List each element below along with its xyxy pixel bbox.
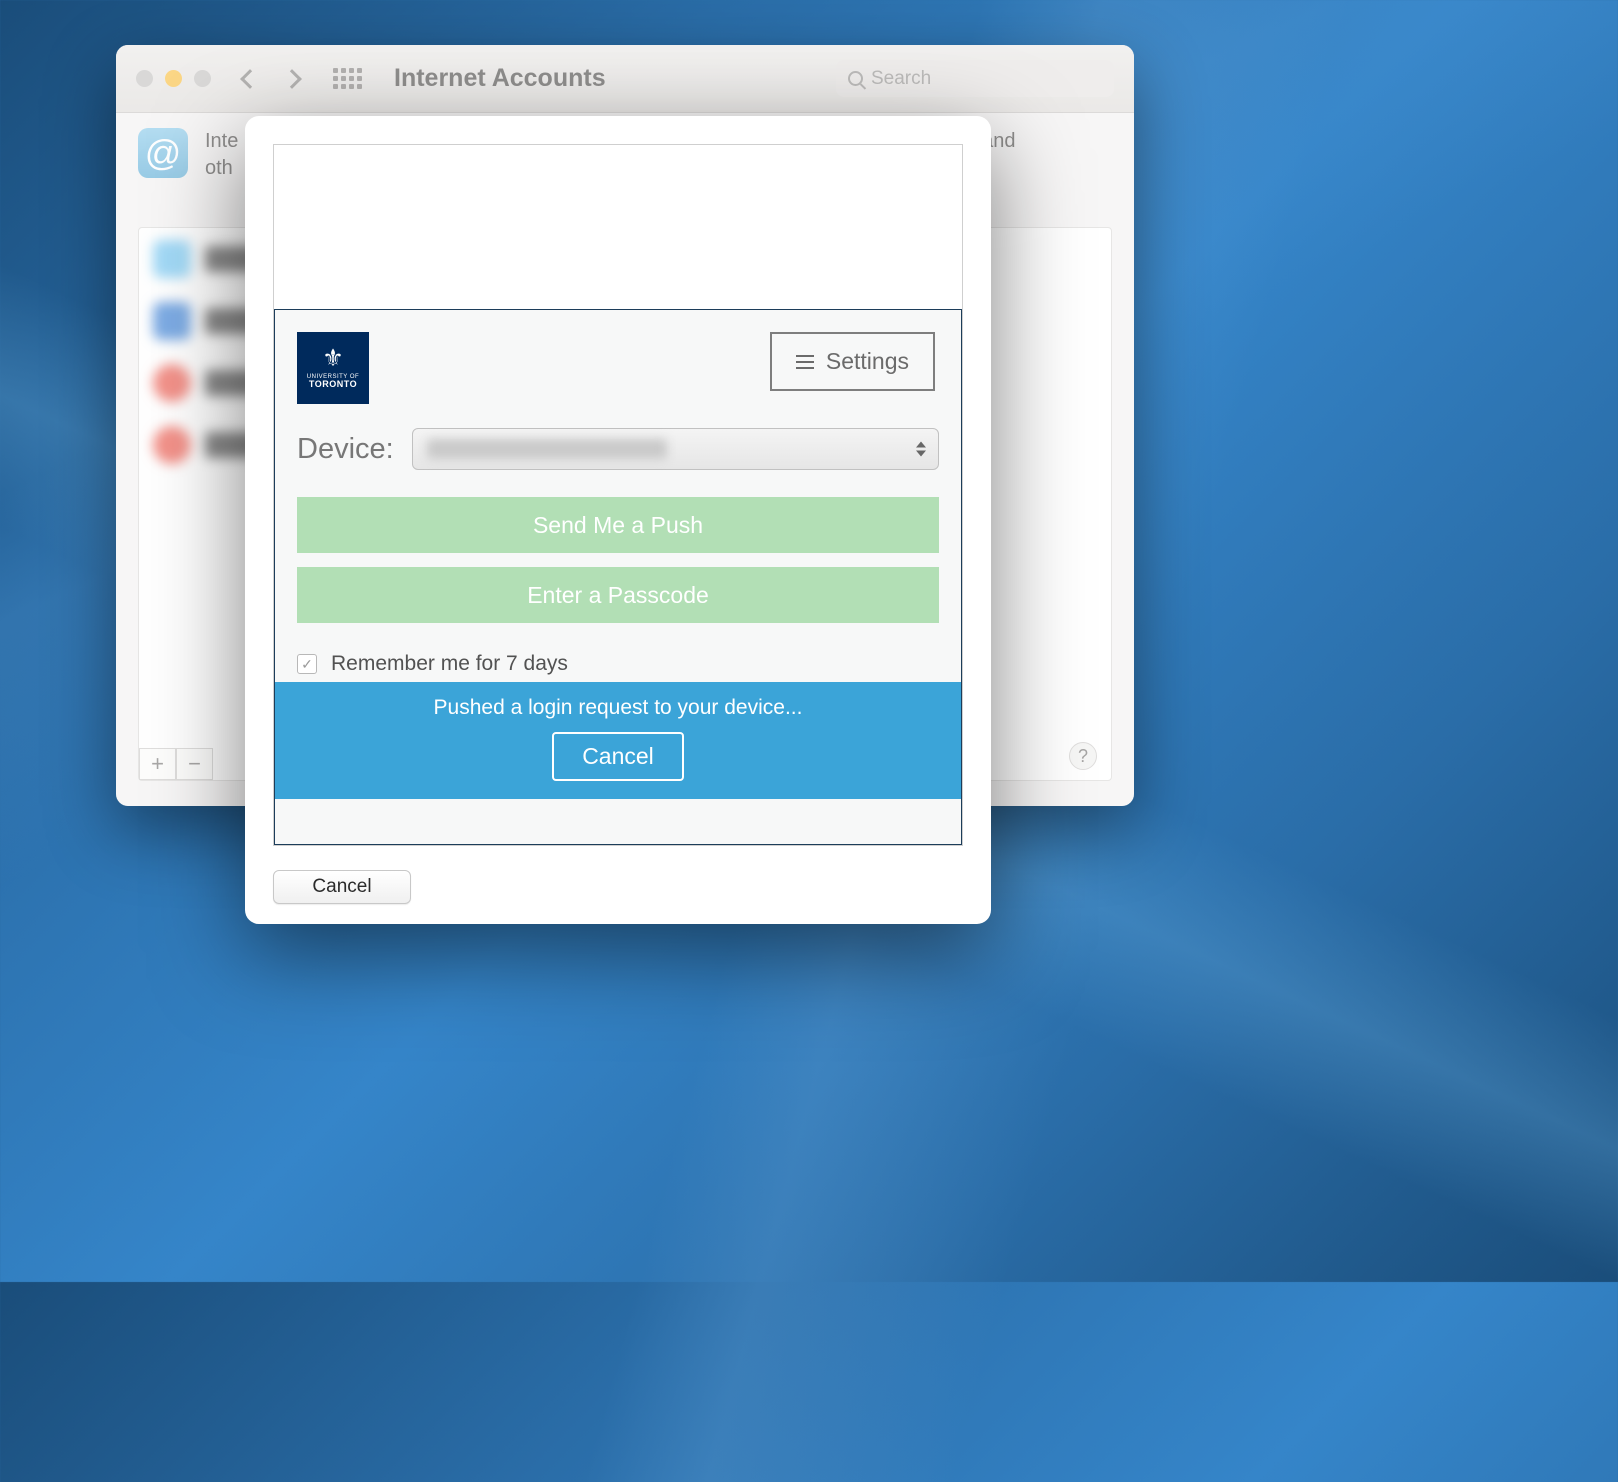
duo-frame: ⚜ UNIVERSITY OF TORONTO Settings Device: <box>274 309 962 845</box>
titlebar: Internet Accounts Search <box>116 45 1134 113</box>
traffic-lights <box>136 70 211 87</box>
nav-arrows <box>243 72 299 86</box>
window-title: Internet Accounts <box>394 64 606 93</box>
remember-me-checkbox[interactable]: ✓ <box>297 654 317 674</box>
settings-button[interactable]: Settings <box>770 332 935 391</box>
back-button[interactable] <box>240 69 260 89</box>
settings-label: Settings <box>826 348 909 375</box>
show-all-icon[interactable] <box>333 68 362 89</box>
device-select[interactable] <box>412 428 939 470</box>
status-text: Pushed a login request to your device... <box>434 696 803 720</box>
duo-outer-container: ⚜ UNIVERSITY OF TORONTO Settings Device: <box>273 144 963 846</box>
search-placeholder: Search <box>871 68 931 90</box>
device-label: Device: <box>297 433 394 466</box>
remove-account-button[interactable]: − <box>176 748 213 780</box>
add-account-button[interactable]: + <box>139 748 176 780</box>
search-icon <box>848 71 863 86</box>
minimize-window-button[interactable] <box>165 70 182 87</box>
search-input[interactable]: Search <box>836 60 1114 97</box>
zoom-window-button[interactable] <box>194 70 211 87</box>
duo-top-space <box>274 145 962 309</box>
menu-icon <box>796 355 814 369</box>
forward-button[interactable] <box>282 69 302 89</box>
crest-icon: ⚜ <box>322 347 344 371</box>
internet-accounts-icon: @ <box>138 128 188 178</box>
status-banner: Pushed a login request to your device...… <box>275 682 961 799</box>
university-of-toronto-logo: ⚜ UNIVERSITY OF TORONTO <box>297 332 369 404</box>
enter-passcode-button[interactable]: Enter a Passcode <box>297 567 939 623</box>
close-window-button[interactable] <box>136 70 153 87</box>
chevron-updown-icon <box>916 442 926 457</box>
auth-modal-sheet: ⚜ UNIVERSITY OF TORONTO Settings Device: <box>245 116 991 924</box>
device-value-obscured <box>427 439 667 459</box>
cancel-button[interactable]: Cancel <box>273 870 411 904</box>
remember-me-label: Remember me for 7 days <box>331 652 568 676</box>
help-button[interactable]: ? <box>1069 742 1097 770</box>
send-push-button[interactable]: Send Me a Push <box>297 497 939 553</box>
cancel-push-button[interactable]: Cancel <box>552 732 684 781</box>
